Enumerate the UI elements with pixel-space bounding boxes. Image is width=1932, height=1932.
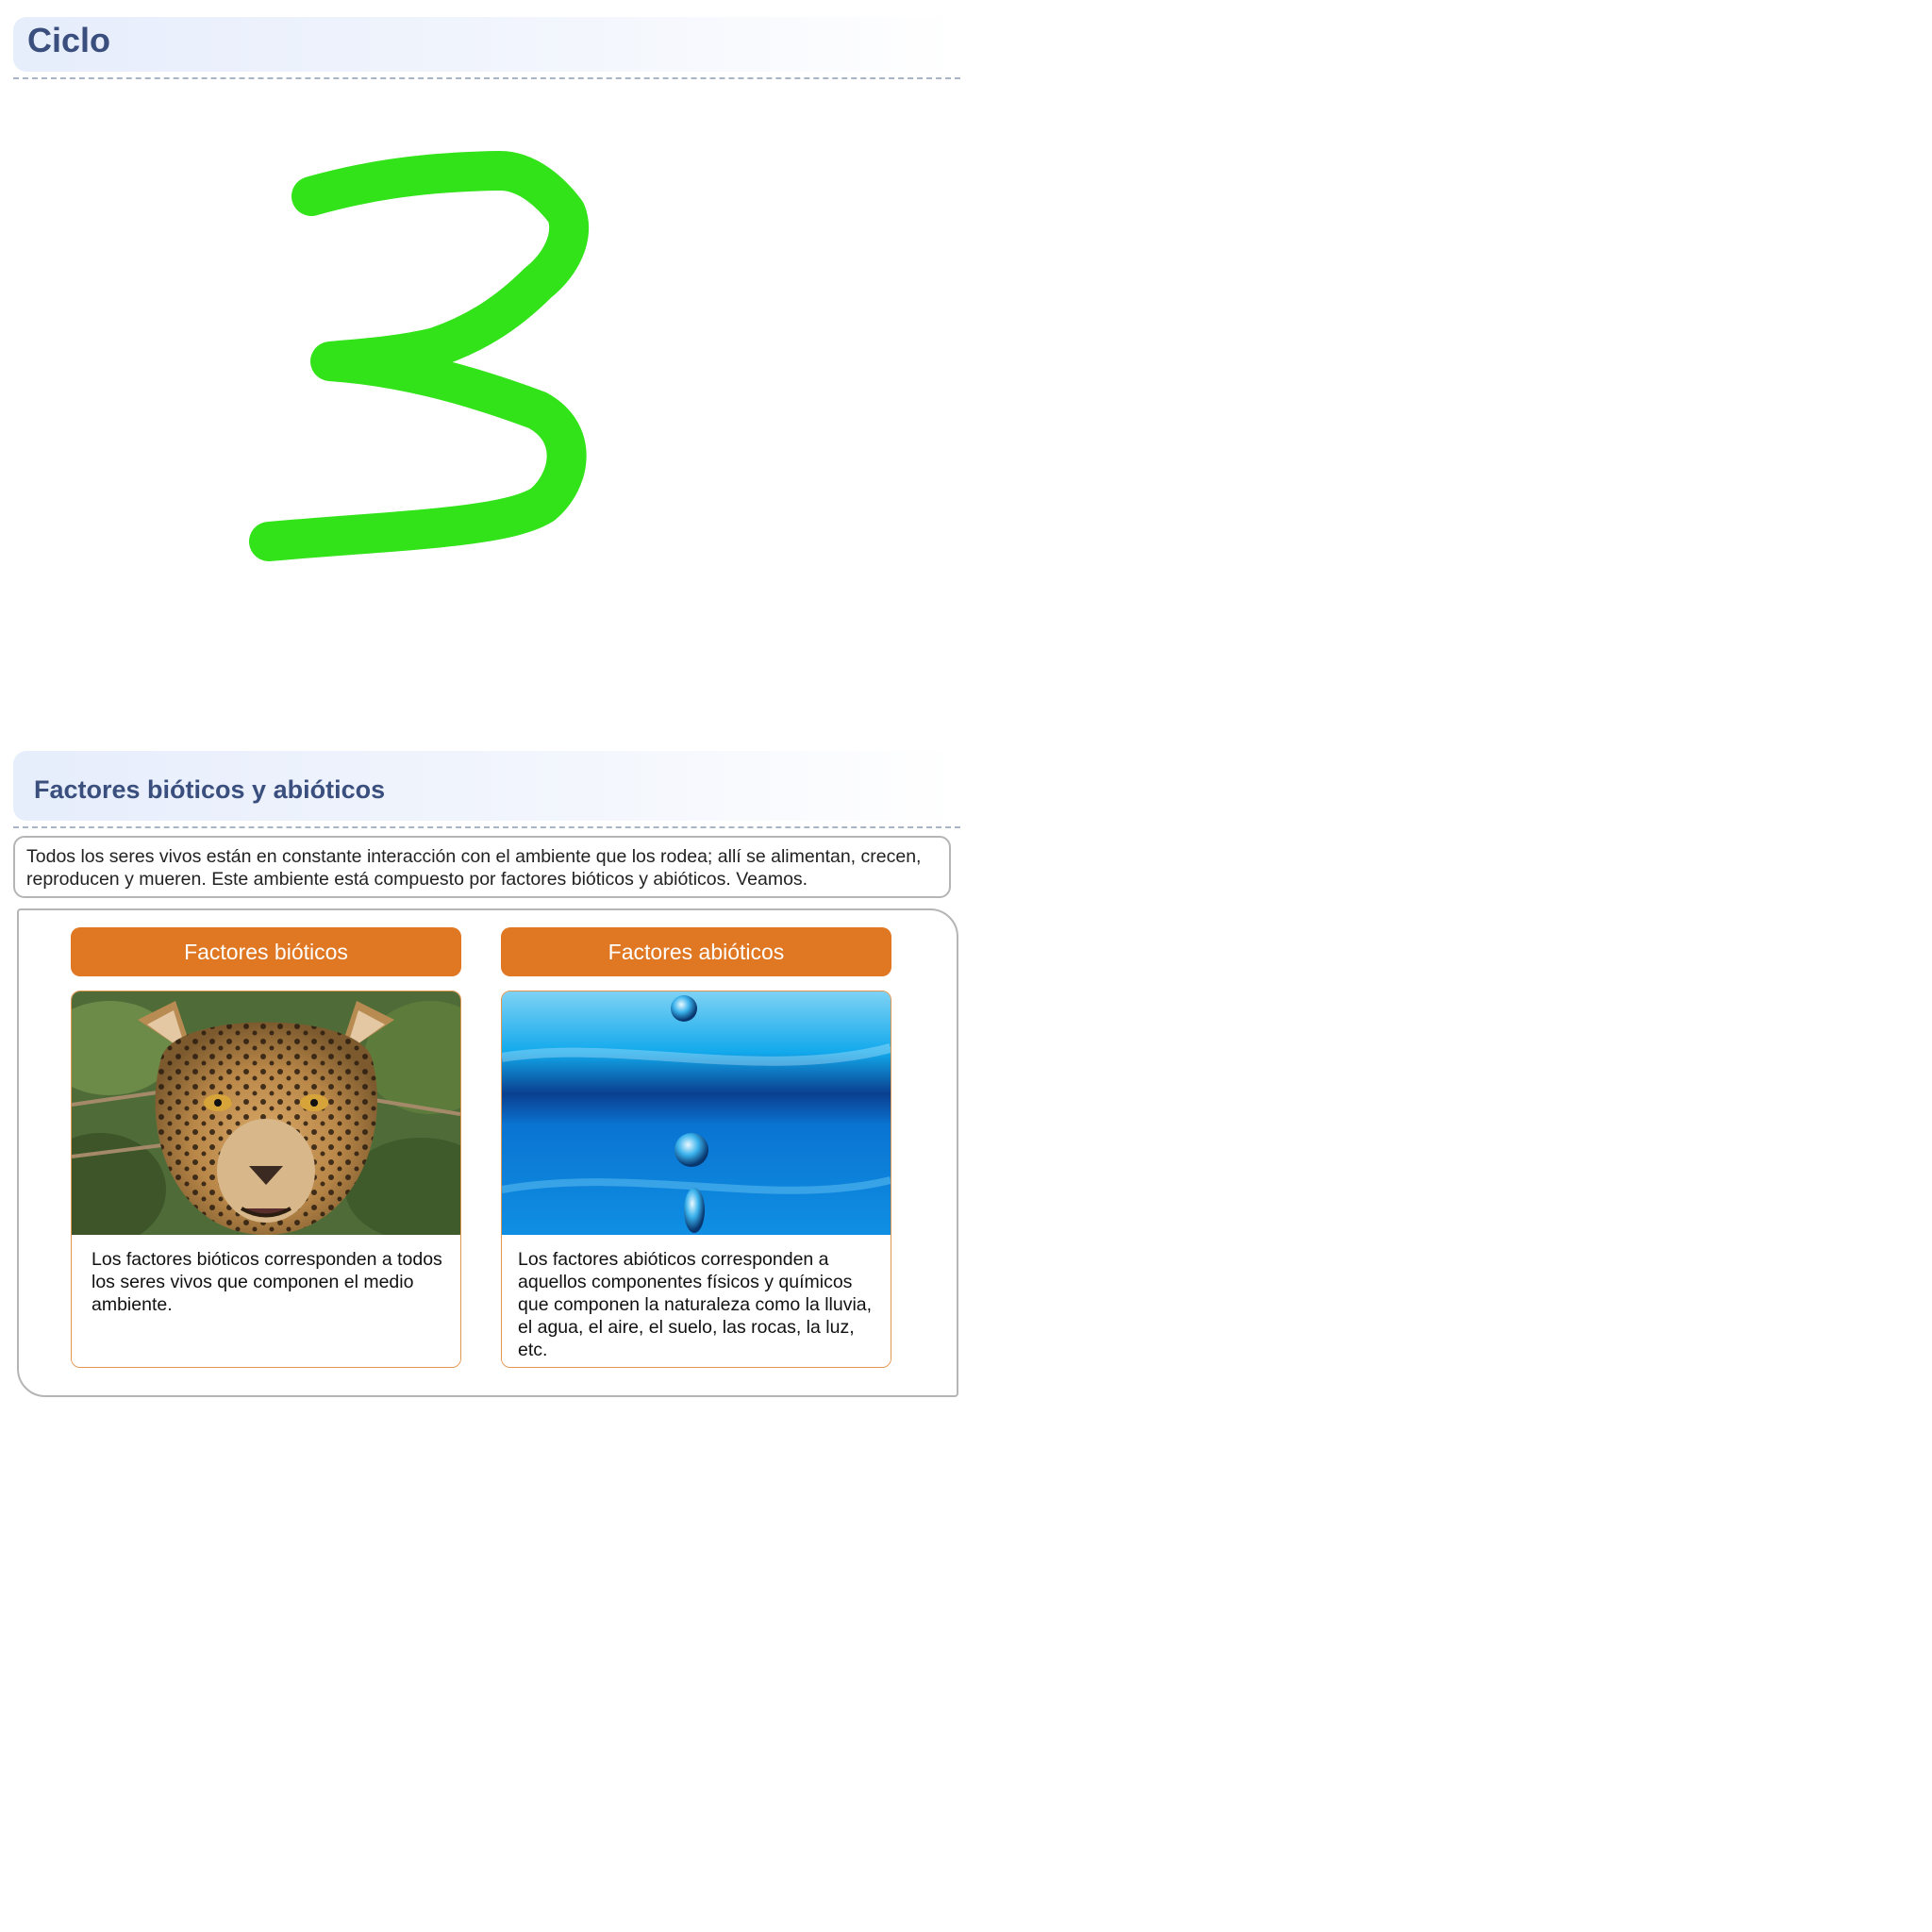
card-bioticos: Los factores bióticos corresponden a tod…: [71, 991, 461, 1368]
handwritten-digit-three: [249, 151, 590, 561]
section-divider: [13, 826, 960, 828]
card-abioticos-text: Los factores abióticos corresponden a aq…: [518, 1249, 873, 1360]
tab-abioticos[interactable]: Factores abióticos: [501, 927, 891, 976]
card-bioticos-text-area: Los factores bióticos corresponden a tod…: [72, 1235, 460, 1367]
intro-text: Todos los seres vivos están en constante…: [26, 846, 922, 890]
card-abioticos: Los factores abióticos corresponden a aq…: [501, 991, 891, 1368]
card-abioticos-text-area: Los factores abióticos corresponden a aq…: [502, 1235, 891, 1367]
water-drops-photo: [502, 991, 891, 1235]
scribble-stroke: [249, 151, 590, 561]
section-title: Factores bióticos y abióticos: [34, 775, 386, 804]
card-bioticos-text: Los factores bióticos corresponden a tod…: [92, 1249, 442, 1315]
leopard-photo: [72, 991, 460, 1235]
tab-bioticos[interactable]: Factores bióticos: [71, 927, 461, 976]
